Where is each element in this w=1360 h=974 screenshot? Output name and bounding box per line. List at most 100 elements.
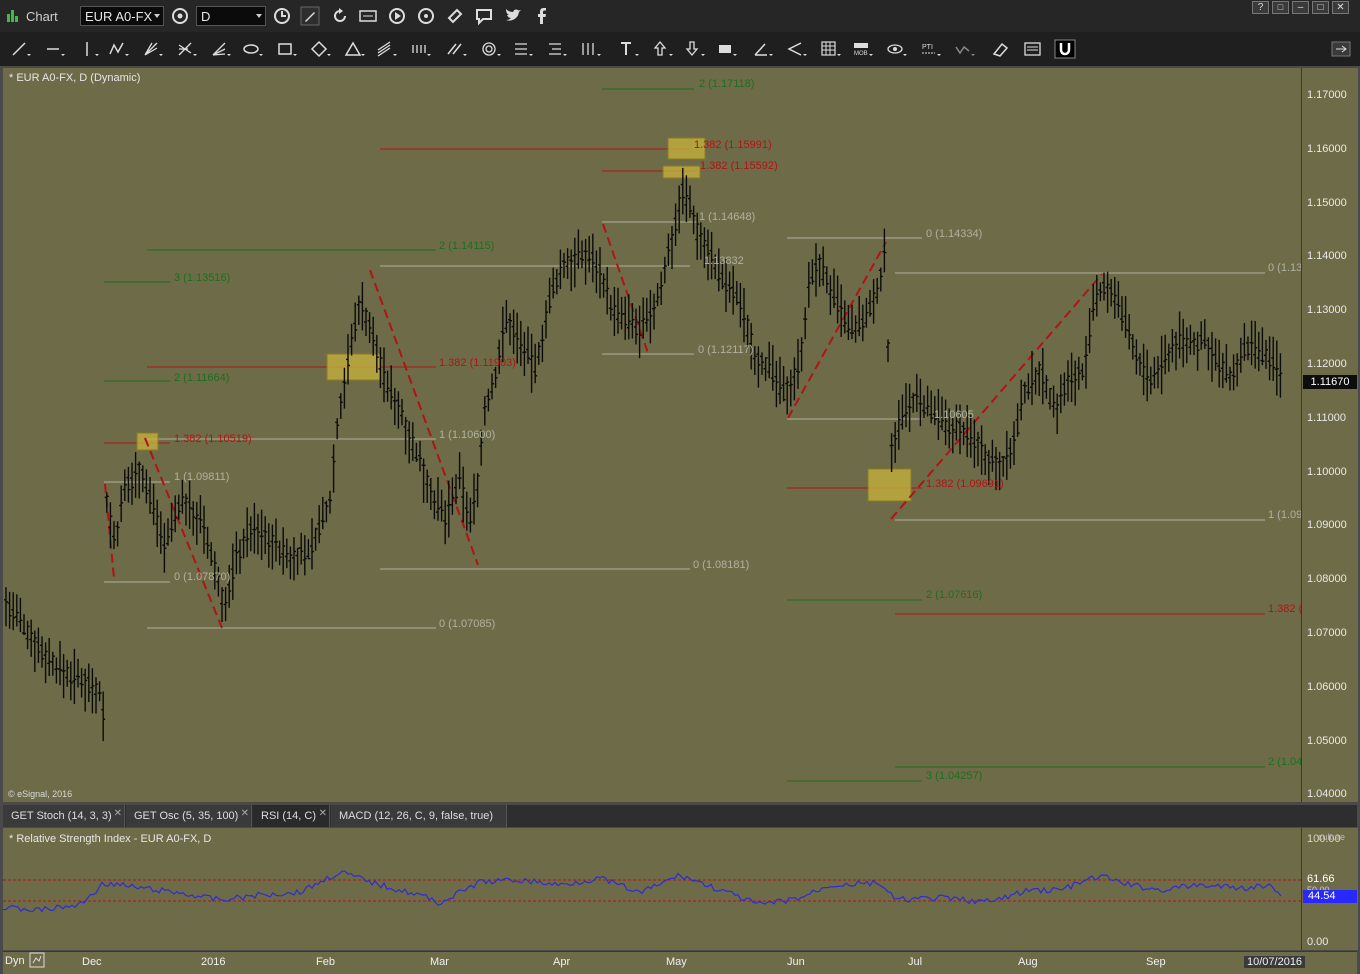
zigzag-tool-icon[interactable] <box>108 39 130 59</box>
close-icon[interactable]: ✕ <box>319 803 327 825</box>
vertical-line-tool-icon[interactable] <box>78 39 100 59</box>
time-label: Sep <box>1146 956 1166 968</box>
grid-tool-icon[interactable] <box>820 39 842 59</box>
time-label: 2016 <box>201 956 226 968</box>
channel-tool-icon[interactable] <box>376 39 398 59</box>
properties-icon[interactable] <box>1022 39 1044 59</box>
quote-icon[interactable] <box>358 6 378 26</box>
price-axis-label: 1.12000 <box>1307 358 1347 370</box>
time-label: Mar <box>430 956 449 968</box>
time-label: Aug <box>1018 956 1038 968</box>
time-label: Feb <box>316 956 335 968</box>
fib-extension-tool-icon[interactable] <box>546 39 568 59</box>
rsi-clipped-label: culture <box>1318 832 1346 842</box>
dynamic-icon[interactable] <box>29 952 45 968</box>
interval-value: D <box>201 9 211 24</box>
fib-time-tool-icon[interactable] <box>580 39 602 59</box>
parallel-lines-tool-icon[interactable] <box>446 39 468 59</box>
tab-rsi[interactable]: RSI (14, C) ✕ <box>253 805 330 827</box>
price-axis-label: 1.15000 <box>1307 196 1347 209</box>
fib-fan-tool-icon[interactable] <box>176 39 198 59</box>
price-axis-label: 1.14000 <box>1307 250 1347 263</box>
chevron-down-icon[interactable] <box>154 14 160 18</box>
cycle-lines-tool-icon[interactable] <box>410 39 432 59</box>
rectangle-tool-icon[interactable] <box>276 39 298 59</box>
price-axis-label: 1.09000 <box>1307 519 1347 532</box>
trendline-tool-icon[interactable] <box>10 39 32 59</box>
tab-get-osc[interactable]: GET Osc (5, 35, 100) ✕ <box>126 805 252 827</box>
arrow-up-tool-icon[interactable] <box>652 39 674 59</box>
pitchfork-tool-icon[interactable] <box>142 39 164 59</box>
minimize-button[interactable]: – <box>1292 1 1309 14</box>
copyright-label: © eSignal, 2016 <box>8 789 73 799</box>
indicator-tabs: GET Stoch (14, 3, 3) ✕ GET Osc (5, 35, 10… <box>3 805 1357 827</box>
time-label: Dec <box>82 956 102 968</box>
price-axis-label: 1.08000 <box>1307 573 1347 586</box>
settings-icon[interactable] <box>170 6 190 26</box>
ellipse-tool-icon[interactable] <box>242 39 264 59</box>
help-button[interactable]: ? <box>1252 1 1269 14</box>
circles-tool-icon[interactable] <box>480 39 502 59</box>
magnet-icon[interactable] <box>1054 39 1076 59</box>
chart-window: Chart EUR A0-FX D ? □ – □ ✕ MOB PTI 2 (1… <box>0 0 1360 974</box>
chevron-down-icon[interactable] <box>256 14 262 18</box>
time-label: Jun <box>787 956 805 968</box>
time-label: Jul <box>908 956 923 968</box>
triangle-tool-icon[interactable] <box>344 39 366 59</box>
angle-tool-icon[interactable] <box>752 39 774 59</box>
eraser-icon[interactable] <box>990 39 1012 59</box>
link-icon[interactable] <box>445 6 465 26</box>
gann-fan-tool-icon[interactable] <box>210 39 232 59</box>
price-axis-label: 1.04000 <box>1307 788 1347 801</box>
price-band-tool-icon[interactable] <box>716 39 738 59</box>
collapse-toolbar-icon[interactable] <box>1330 39 1352 59</box>
text-tool-icon[interactable] <box>618 39 640 59</box>
diamond-tool-icon[interactable] <box>310 39 332 59</box>
price-axis-label: 1.13000 <box>1307 304 1347 317</box>
time-label: Apr <box>553 956 571 968</box>
horizontal-line-tool-icon[interactable] <box>44 39 66 59</box>
alert-icon[interactable] <box>416 6 436 26</box>
symbol-input[interactable]: EUR A0-FX <box>80 6 164 26</box>
title-bar: Chart EUR A0-FX D ? □ – □ ✕ <box>0 0 1360 33</box>
svg-text:PTI: PTI <box>922 44 933 51</box>
window-title: Chart <box>26 9 58 24</box>
price-axis-label: 1.11000 <box>1307 411 1346 424</box>
comment-icon[interactable] <box>474 6 494 26</box>
refresh-icon[interactable] <box>330 6 350 26</box>
dynamic-label: Dyn <box>5 955 25 967</box>
facebook-icon[interactable] <box>532 6 552 26</box>
close-icon[interactable]: ✕ <box>241 803 249 825</box>
clock-icon[interactable] <box>272 6 292 26</box>
wave-tool-icon[interactable] <box>954 39 976 59</box>
price-axis-label: 1.07000 <box>1307 627 1347 639</box>
price-axis-label: 1.17000 <box>1307 89 1347 101</box>
close-button[interactable]: ✕ <box>1332 1 1349 14</box>
speed-lines-tool-icon[interactable] <box>786 39 808 59</box>
tab-macd[interactable]: MACD (12, 26, C, 9, false, true) <box>331 805 507 827</box>
interval-input[interactable]: D <box>196 6 266 26</box>
current-date-label: 10/07/2016 <box>1244 956 1306 968</box>
close-icon[interactable]: ✕ <box>114 803 122 825</box>
fib-retracement-tool-icon[interactable] <box>512 39 534 59</box>
link-window-button[interactable]: □ <box>1272 1 1289 14</box>
mob-tool-icon[interactable]: MOB <box>852 39 874 59</box>
last-price-marker: 1.11670 <box>1303 375 1357 389</box>
pti-tool-icon[interactable]: PTI <box>920 39 942 59</box>
rsi-current-value: 44.54 <box>1303 890 1357 903</box>
rsi-upper-value: 61.66 <box>1307 873 1335 885</box>
arrow-down-tool-icon[interactable] <box>684 39 706 59</box>
chart-title: * EUR A0-FX, D (Dynamic) <box>9 72 141 84</box>
eye-tool-icon[interactable] <box>886 39 908 59</box>
price-chart-panel[interactable] <box>3 68 1301 802</box>
rsi-panel[interactable] <box>3 828 1301 950</box>
price-axis-label: 1.16000 <box>1307 142 1347 155</box>
maximize-button[interactable]: □ <box>1312 1 1329 14</box>
pencil-icon[interactable] <box>300 6 320 26</box>
time-label: May <box>666 956 687 968</box>
price-axis-label: 1.06000 <box>1307 680 1347 693</box>
tab-get-stoch[interactable]: GET Stoch (14, 3, 3) ✕ <box>3 805 125 827</box>
drawing-toolbar: MOB PTI <box>0 32 1360 67</box>
twitter-icon[interactable] <box>503 6 523 26</box>
play-icon[interactable] <box>387 6 407 26</box>
